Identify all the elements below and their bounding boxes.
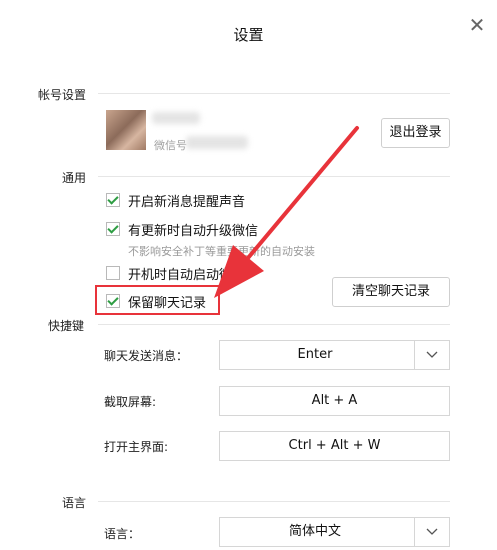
annotation-arrow-icon bbox=[214, 126, 359, 298]
